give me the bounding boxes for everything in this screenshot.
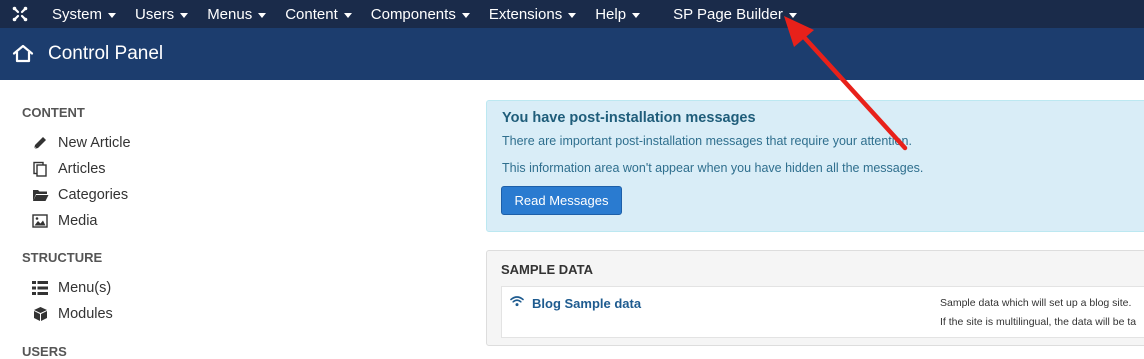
chevron-down-icon bbox=[788, 12, 797, 18]
folder-icon bbox=[31, 186, 49, 204]
copy-icon bbox=[31, 160, 49, 178]
nav-menus-label: Menus bbox=[207, 5, 253, 23]
nav-sp-page-builder-label: SP Page Builder bbox=[673, 5, 783, 23]
sidebar-item-label: Modules bbox=[58, 306, 113, 322]
sidebar: CONTENT New Article Articles Categories … bbox=[22, 104, 322, 359]
sidebar-item-label: Menu(s) bbox=[58, 280, 112, 296]
sidebar-item-label: Media bbox=[58, 213, 98, 229]
chevron-down-icon bbox=[180, 12, 189, 18]
list-item: Blog Sample data Sample data which will … bbox=[501, 286, 1144, 338]
nav-content[interactable]: Content bbox=[274, 0, 360, 28]
alert-message: There are important post-installation me… bbox=[502, 134, 912, 148]
sidebar-item-articles[interactable]: Articles bbox=[22, 156, 322, 182]
chevron-down-icon bbox=[343, 12, 352, 18]
sidebar-item-modules[interactable]: Modules bbox=[22, 301, 322, 327]
nav-content-label: Content bbox=[285, 5, 338, 23]
blog-sample-data-link[interactable]: Blog Sample data bbox=[532, 296, 641, 311]
page-header: Control Panel bbox=[0, 28, 1144, 80]
sidebar-item-menus[interactable]: Menu(s) bbox=[22, 275, 322, 301]
nav-components-label: Components bbox=[370, 5, 456, 23]
sample-data-description: Sample data which will set up a blog sit… bbox=[940, 297, 1132, 309]
sidebar-item-media[interactable]: Media bbox=[22, 208, 322, 234]
sidebar-item-label: New Article bbox=[58, 135, 131, 151]
page-title: Control Panel bbox=[48, 43, 164, 64]
nav-help[interactable]: Help bbox=[584, 0, 648, 28]
image-icon bbox=[31, 212, 49, 230]
sidebar-item-categories[interactable]: Categories bbox=[22, 182, 322, 208]
nav-extensions[interactable]: Extensions bbox=[478, 0, 584, 28]
joomla-logo-icon[interactable] bbox=[0, 0, 40, 28]
sidebar-item-label: Categories bbox=[58, 187, 129, 203]
alert-message: This information area won't appear when … bbox=[502, 161, 924, 175]
nav-system-label: System bbox=[52, 5, 103, 23]
pencil-icon bbox=[31, 134, 49, 152]
chevron-down-icon bbox=[568, 12, 577, 18]
home-icon bbox=[12, 44, 34, 63]
sidebar-heading-content: CONTENT bbox=[22, 105, 85, 120]
sidebar-item-label: Articles bbox=[58, 161, 106, 177]
alert-title: You have post-installation messages bbox=[502, 110, 756, 126]
nav-users[interactable]: Users bbox=[124, 0, 196, 28]
read-messages-button[interactable]: Read Messages bbox=[501, 186, 622, 215]
sample-data-panel: SAMPLE DATA Blog Sample data Sample data… bbox=[486, 250, 1144, 346]
cube-icon bbox=[31, 305, 49, 323]
post-installation-alert: You have post-installation messages Ther… bbox=[486, 100, 1144, 232]
top-navbar: System Users Menus Content Components Ex… bbox=[0, 0, 1144, 28]
wifi-icon bbox=[510, 296, 524, 307]
chevron-down-icon bbox=[632, 12, 641, 18]
sidebar-item-new-article[interactable]: New Article bbox=[22, 130, 322, 156]
nav-extensions-label: Extensions bbox=[488, 5, 563, 23]
sidebar-heading-structure: STRUCTURE bbox=[22, 250, 103, 265]
chevron-down-icon bbox=[108, 12, 117, 18]
list-icon bbox=[31, 279, 49, 297]
chevron-down-icon bbox=[461, 12, 470, 18]
chevron-down-icon bbox=[258, 12, 267, 18]
nav-users-label: Users bbox=[135, 5, 175, 23]
nav-system[interactable]: System bbox=[40, 0, 124, 28]
nav-help-label: Help bbox=[595, 5, 627, 23]
sidebar-heading-users: USERS bbox=[22, 344, 67, 359]
nav-menus[interactable]: Menus bbox=[196, 0, 274, 28]
nav-sp-page-builder[interactable]: SP Page Builder bbox=[648, 0, 805, 28]
sample-data-description: If the site is multilingual, the data wi… bbox=[940, 316, 1137, 328]
nav-components[interactable]: Components bbox=[360, 0, 478, 28]
panel-heading: SAMPLE DATA bbox=[501, 262, 593, 277]
